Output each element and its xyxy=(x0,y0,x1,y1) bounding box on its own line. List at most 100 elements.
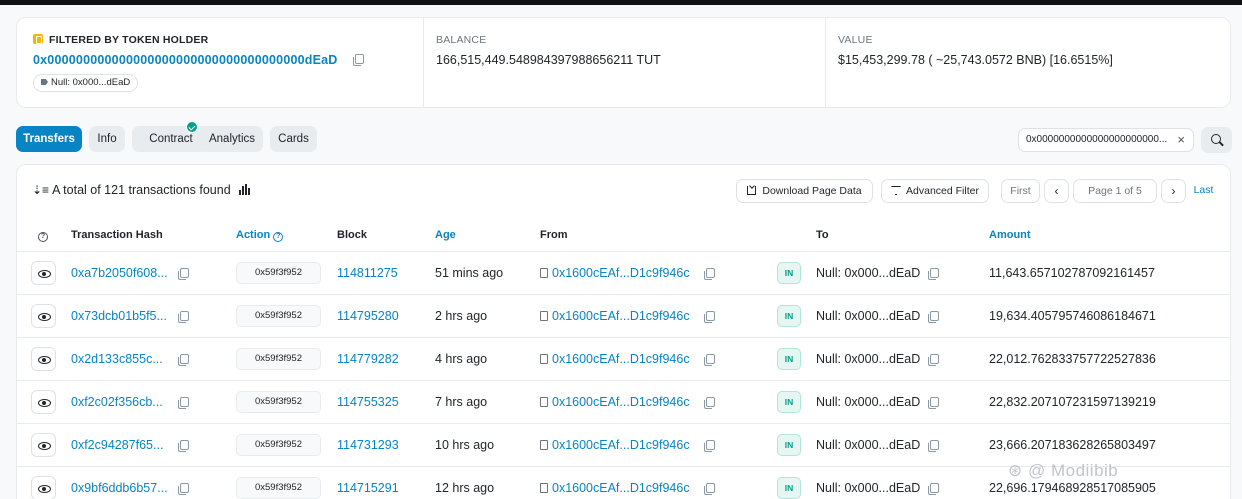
direction-badge: IN xyxy=(777,262,801,284)
tx-hash-link[interactable]: 0x2d133c855c... xyxy=(71,352,163,366)
from-address-link[interactable]: 0x1600cEAf...D1c9f946c xyxy=(540,395,690,409)
chart-icon[interactable] xyxy=(238,184,251,195)
amount-text: 11,643.657102787092161457 xyxy=(989,266,1155,280)
method-badge: 0x59f3f952 xyxy=(236,348,321,370)
chevron-left-icon: ‹ xyxy=(1054,184,1059,198)
block-link[interactable]: 114731293 xyxy=(337,438,399,452)
close-icon[interactable]: × xyxy=(1177,129,1185,151)
amount-text: 22,696.179468928517085905 xyxy=(989,481,1156,495)
copy-icon[interactable] xyxy=(928,354,939,366)
method-badge: 0x59f3f952 xyxy=(236,305,321,327)
copy-icon[interactable] xyxy=(704,440,715,452)
copy-icon[interactable] xyxy=(178,397,189,409)
holder-section: FILTERED BY TOKEN HOLDER 0x0000000000000… xyxy=(33,18,423,107)
copy-icon[interactable] xyxy=(704,397,715,409)
to-address-text[interactable]: Null: 0x000...dEaD xyxy=(816,352,920,366)
copy-icon[interactable] xyxy=(704,354,715,366)
age-text: 7 hrs ago xyxy=(435,395,488,409)
tx-hash-link[interactable]: 0x73dcb01b5f5... xyxy=(71,309,167,323)
sort-icon[interactable]: ⇣≡ xyxy=(32,183,49,197)
method-badge: 0x59f3f952 xyxy=(236,434,321,456)
eye-icon[interactable] xyxy=(31,304,56,328)
search-button[interactable] xyxy=(1201,127,1232,153)
from-address-link[interactable]: 0x1600cEAf...D1c9f946c xyxy=(540,481,690,495)
advanced-filter-button[interactable]: Advanced Filter xyxy=(881,179,989,203)
method-badge: 0x59f3f952 xyxy=(236,262,321,284)
eye-icon[interactable] xyxy=(31,261,56,285)
download-page-data-button[interactable]: Download Page Data xyxy=(736,179,873,203)
to-address-text[interactable]: Null: 0x000...dEaD xyxy=(816,309,920,323)
direction-badge: IN xyxy=(777,391,801,413)
value-label: VALUE xyxy=(838,34,873,46)
block-link[interactable]: 114811275 xyxy=(337,266,398,280)
from-address-link[interactable]: 0x1600cEAf...D1c9f946c xyxy=(540,266,690,280)
search-chip-text: 0x0000000000000000000000... xyxy=(1026,134,1168,145)
copy-icon[interactable] xyxy=(178,483,189,495)
tx-hash-link[interactable]: 0x9bf6ddb6b57... xyxy=(71,481,168,495)
to-address-text[interactable]: Null: 0x000...dEaD xyxy=(816,481,920,495)
copy-icon[interactable] xyxy=(704,483,715,495)
from-address-link[interactable]: 0x1600cEAf...D1c9f946c xyxy=(540,352,690,366)
value-section: VALUE $15,453,299.78 ( ~25,743.0572 BNB)… xyxy=(825,18,1227,107)
copy-icon[interactable] xyxy=(178,268,189,280)
help-icon[interactable]: ? xyxy=(38,229,48,242)
tab-info[interactable]: Info xyxy=(89,126,125,152)
tab-cards[interactable]: Cards xyxy=(270,126,317,152)
eye-icon[interactable] xyxy=(31,433,56,457)
tx-hash-link[interactable]: 0xa7b2050f608... xyxy=(71,266,168,280)
tx-hash-link[interactable]: 0xf2c02f356cb... xyxy=(71,395,163,409)
contract-icon xyxy=(540,311,548,321)
table-row: 0x73dcb01b5f5... 0x59f3f952 114795280 2 … xyxy=(17,295,1230,338)
from-address-link[interactable]: 0x1600cEAf...D1c9f946c xyxy=(540,309,690,323)
eye-icon[interactable] xyxy=(31,390,56,414)
holder-tag[interactable]: Null: 0x000...dEaD xyxy=(33,74,139,92)
copy-icon[interactable] xyxy=(928,397,939,409)
contract-icon xyxy=(540,354,548,364)
tx-hash-link[interactable]: 0xf2c94287f65... xyxy=(71,438,163,452)
first-page-button[interactable]: First xyxy=(1001,179,1040,203)
to-address-text[interactable]: Null: 0x000...dEaD xyxy=(816,438,920,452)
copy-icon[interactable] xyxy=(178,354,189,366)
direction-badge: IN xyxy=(777,477,801,499)
method-badge: 0x59f3f952 xyxy=(236,477,321,499)
tab-analytics[interactable]: Analytics xyxy=(201,126,263,152)
col-amount[interactable]: Amount xyxy=(989,229,1031,241)
col-age[interactable]: Age xyxy=(435,229,456,241)
search-filter-chip[interactable]: 0x0000000000000000000000... × xyxy=(1018,128,1194,152)
last-page-button[interactable]: Last xyxy=(1190,179,1217,203)
amount-text: 22,832.207107231597139219 xyxy=(989,395,1156,409)
table-header: ? Transaction Hash Action ? Block Age Fr… xyxy=(17,222,1230,252)
block-link[interactable]: 114715291 xyxy=(337,481,399,495)
copy-icon[interactable] xyxy=(928,483,939,495)
block-link[interactable]: 114795280 xyxy=(337,309,399,323)
download-icon xyxy=(747,186,757,195)
eye-icon[interactable] xyxy=(31,347,56,371)
copy-icon[interactable] xyxy=(928,440,939,452)
copy-icon[interactable] xyxy=(928,268,939,280)
balance-label: BALANCE xyxy=(436,34,487,46)
copy-icon[interactable] xyxy=(353,54,364,66)
tab-transfers[interactable]: Transfers xyxy=(16,126,82,152)
transaction-count: ⇣≡ A total of 121 transactions found xyxy=(32,183,251,197)
eye-icon[interactable] xyxy=(31,476,56,499)
watermark: ⊛ @ Modiibib xyxy=(1008,461,1119,480)
col-action[interactable]: Action ? xyxy=(236,229,284,242)
block-link[interactable]: 114779282 xyxy=(337,352,399,366)
value-value: $15,453,299.78 ( ~25,743.0572 BNB) [16.6… xyxy=(838,53,1113,67)
direction-badge: IN xyxy=(777,305,801,327)
filter-icon xyxy=(33,34,43,44)
block-link[interactable]: 114755325 xyxy=(337,395,399,409)
to-address-text[interactable]: Null: 0x000...dEaD xyxy=(816,395,920,409)
to-address-text[interactable]: Null: 0x000...dEaD xyxy=(816,266,920,280)
copy-icon[interactable] xyxy=(928,311,939,323)
copy-icon[interactable] xyxy=(704,268,715,280)
prev-page-button[interactable]: ‹ xyxy=(1044,179,1069,203)
funnel-icon xyxy=(891,186,902,195)
copy-icon[interactable] xyxy=(178,311,189,323)
tab-contract[interactable]: Contract xyxy=(132,126,210,152)
from-address-link[interactable]: 0x1600cEAf...D1c9f946c xyxy=(540,438,690,452)
copy-icon[interactable] xyxy=(178,440,189,452)
copy-icon[interactable] xyxy=(704,311,715,323)
next-page-button[interactable]: › xyxy=(1161,179,1186,203)
holder-address-link[interactable]: 0x000000000000000000000000000000000000dE… xyxy=(33,53,338,67)
